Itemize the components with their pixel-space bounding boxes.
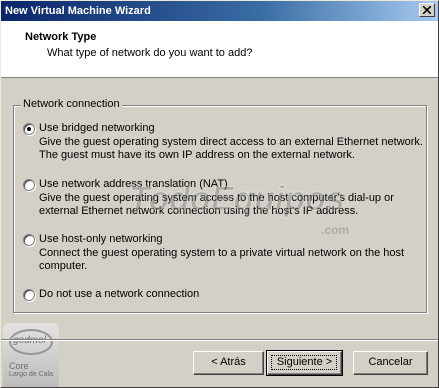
window-title: New Virtual Machine Wizard <box>5 5 151 17</box>
sticker-line-1: Core <box>9 361 29 371</box>
title-bar[interactable]: New Virtual Machine Wizard <box>1 1 438 21</box>
option-label[interactable]: Use host-only networking <box>39 233 163 245</box>
footer-separator <box>1 339 438 341</box>
sticker-line-2: Largo de Cala <box>9 371 53 378</box>
page-title: Network Type <box>25 31 97 43</box>
brand-sticker: godmol Core Largo de Cala <box>3 323 59 387</box>
radio-selected-dot <box>27 127 31 131</box>
focus-rect <box>271 355 337 370</box>
radio-host-only[interactable] <box>23 234 35 246</box>
radio-no-network[interactable] <box>23 289 35 301</box>
close-icon <box>423 6 431 14</box>
wizard-window: New Virtual Machine Wizard Network Type … <box>0 0 439 388</box>
next-button[interactable]: Siguiente > <box>266 350 343 376</box>
option-description: Give the guest operating system access t… <box>39 192 394 217</box>
option-label[interactable]: Use network address translation (NAT) <box>39 178 228 190</box>
cancel-button[interactable]: Cancelar <box>353 351 428 375</box>
radio-nat[interactable] <box>23 179 35 191</box>
cancel-button-label: Cancelar <box>368 356 413 368</box>
option-description: Connect the guest operating system to a … <box>39 247 405 272</box>
option-description: Give the guest operating system direct a… <box>39 136 423 161</box>
page-subtitle: What type of network do you want to add? <box>47 47 253 59</box>
group-legend: Network connection <box>21 98 122 110</box>
radio-bridged[interactable] <box>23 123 35 135</box>
option-label[interactable]: Do not use a network connection <box>39 288 199 300</box>
option-label[interactable]: Use bridged networking <box>39 122 155 134</box>
wizard-header: Network Type What type of network do you… <box>1 21 438 78</box>
back-button[interactable]: < Atrás <box>193 351 264 375</box>
close-button[interactable] <box>419 3 435 17</box>
back-button-label: < Atrás <box>211 356 246 368</box>
